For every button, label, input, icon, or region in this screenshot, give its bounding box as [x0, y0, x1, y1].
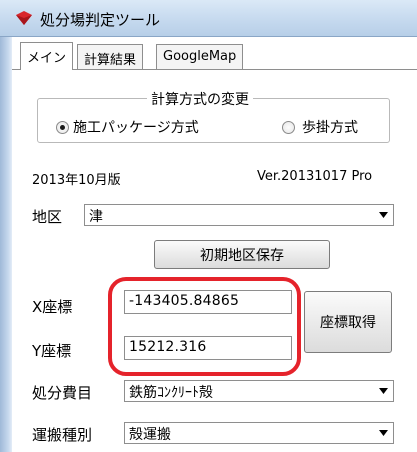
save-initial-district-button[interactable]: 初期地区保存 [154, 240, 330, 269]
chevron-down-icon[interactable] [375, 424, 392, 442]
x-coord-label: X座標 [32, 298, 73, 316]
chevron-down-icon[interactable] [375, 206, 392, 224]
radio-package-method-label[interactable]: 施工パッケージ方式 [73, 117, 199, 137]
disposal-cost-select[interactable]: 鉄筋ｺﾝｸﾘｰﾄ殻 [124, 380, 394, 402]
district-label: 地区 [32, 208, 63, 226]
disposal-cost-select-value: 鉄筋ｺﾝｸﾘｰﾄ殻 [129, 385, 213, 401]
calc-method-legend: 計算方式の変更 [147, 89, 253, 109]
district-select[interactable]: 津 [84, 204, 394, 226]
radio-package-method[interactable] [56, 121, 69, 134]
version-label: Ver.20131017 Pro [257, 169, 373, 184]
chevron-down-icon[interactable] [375, 382, 392, 400]
transport-type-select-value: 殻運搬 [129, 427, 171, 443]
tab-calc-results[interactable]: 計算結果 [77, 44, 144, 69]
district-select-value: 津 [89, 209, 103, 225]
radio-labor-method[interactable] [282, 121, 295, 134]
window-title: 処分場判定ツール [40, 11, 161, 29]
disposal-cost-label: 処分費目 [32, 384, 93, 402]
transport-type-label: 運搬種別 [32, 426, 93, 444]
title-bar[interactable]: 処分場判定ツール [0, 0, 417, 37]
tab-main[interactable]: メイン [20, 42, 74, 70]
get-coords-button[interactable]: 座標取得 [304, 291, 392, 353]
edition-label: 2013年10月版 [32, 173, 121, 188]
tab-google-map[interactable]: GoogleMap [156, 44, 244, 69]
app-icon [16, 11, 32, 25]
y-coord-label: Y座標 [32, 342, 72, 360]
coords-highlight-annotation [108, 277, 301, 376]
transport-type-select[interactable]: 殻運搬 [124, 422, 394, 444]
window-frame-left [0, 37, 12, 452]
radio-labor-method-label[interactable]: 歩掛方式 [302, 117, 358, 137]
